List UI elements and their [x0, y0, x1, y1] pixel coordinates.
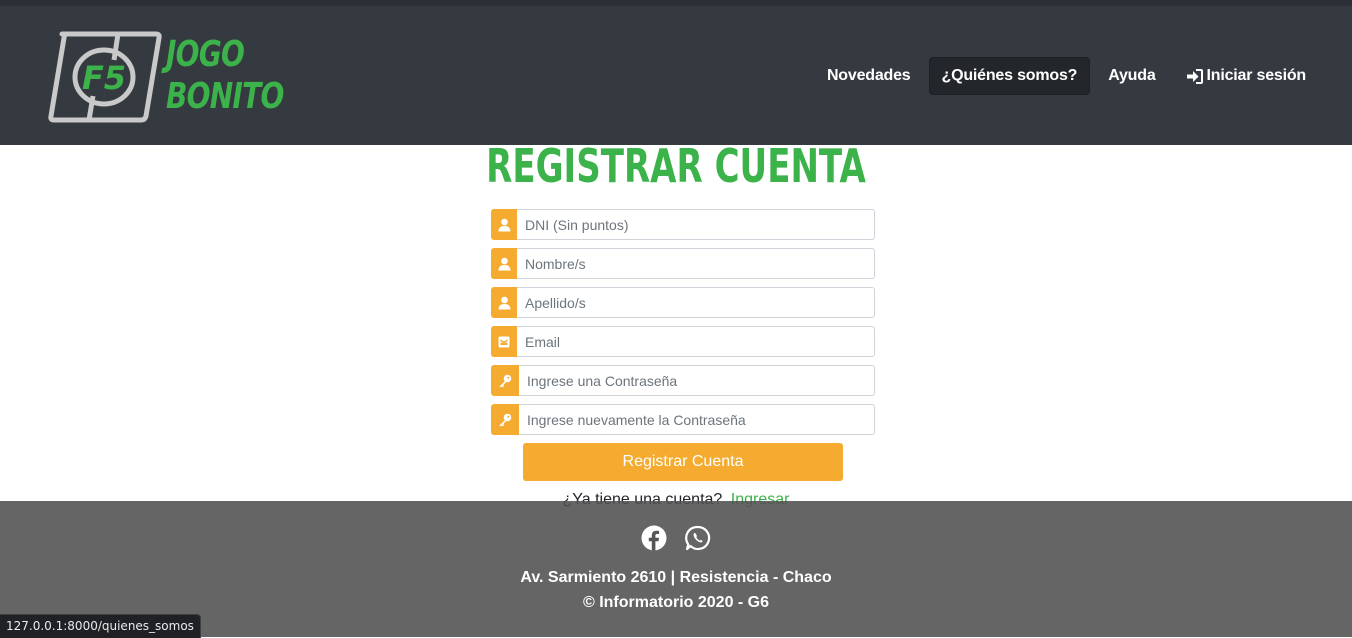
brand-name-line2: BONITO	[166, 76, 284, 117]
nav-novedades-label: Novedades	[826, 67, 911, 84]
register-button[interactable]: Registrar Cuenta	[523, 443, 843, 481]
password-input[interactable]	[519, 365, 875, 396]
whatsapp-icon[interactable]	[685, 525, 711, 551]
user-icon	[491, 287, 517, 318]
nav-quienes-somos[interactable]: ¿Quiénes somos?	[928, 57, 1091, 95]
nombre-input[interactable]	[517, 248, 875, 279]
social-links	[0, 525, 1352, 551]
logo-badge-icon: F5	[48, 31, 162, 123]
brand-logo[interactable]: F5 JOGO BONITO	[48, 30, 288, 126]
navbar: F5 JOGO BONITO Novedades ¿Quiénes somos?…	[0, 6, 1352, 145]
key-icon	[491, 404, 519, 435]
nav-iniciar-sesion-label: Iniciar sesión	[1206, 67, 1307, 84]
nombre-field-group	[491, 248, 875, 279]
envelope-icon	[491, 326, 517, 357]
password-confirm-input[interactable]	[519, 404, 875, 435]
password-field-group	[491, 365, 875, 396]
apellido-input[interactable]	[517, 287, 875, 318]
password-confirm-field-group	[491, 404, 875, 435]
key-icon	[491, 365, 519, 396]
user-icon	[491, 248, 517, 279]
email-field-group	[491, 326, 875, 357]
nav-quienes-somos-label: ¿Quiénes somos?	[941, 67, 1078, 84]
nav-iniciar-sesion[interactable]: Iniciar sesión	[1174, 58, 1318, 94]
page-title: REGISTRAR CUENTA	[486, 139, 866, 193]
footer: Av. Sarmiento 2610 | Resistencia - Chaco…	[0, 501, 1352, 637]
brand-name: JOGO BONITO	[166, 34, 284, 118]
dni-field-group	[491, 209, 875, 240]
nav-ayuda-label: Ayuda	[1108, 67, 1156, 84]
nav-novedades[interactable]: Novedades	[815, 58, 923, 94]
email-input[interactable]	[517, 326, 875, 357]
nav-ayuda[interactable]: Ayuda	[1096, 58, 1167, 94]
footer-copyright: © Informatorio 2020 - G6	[582, 594, 770, 611]
facebook-icon[interactable]	[641, 525, 667, 551]
main-nav: Novedades ¿Quiénes somos? Ayuda Iniciar …	[809, 57, 1318, 95]
svg-text:F5: F5	[82, 59, 126, 97]
user-icon	[491, 209, 517, 240]
apellido-field-group	[491, 287, 875, 318]
dni-input[interactable]	[517, 209, 875, 240]
footer-address: Av. Sarmiento 2610 | Resistencia - Chaco	[520, 569, 832, 586]
status-bar-url: 127.0.0.1:8000/quienes_somos	[0, 614, 201, 638]
register-form	[491, 209, 875, 443]
sign-in-icon	[1186, 68, 1203, 84]
brand-name-line1: JOGO	[166, 34, 245, 75]
